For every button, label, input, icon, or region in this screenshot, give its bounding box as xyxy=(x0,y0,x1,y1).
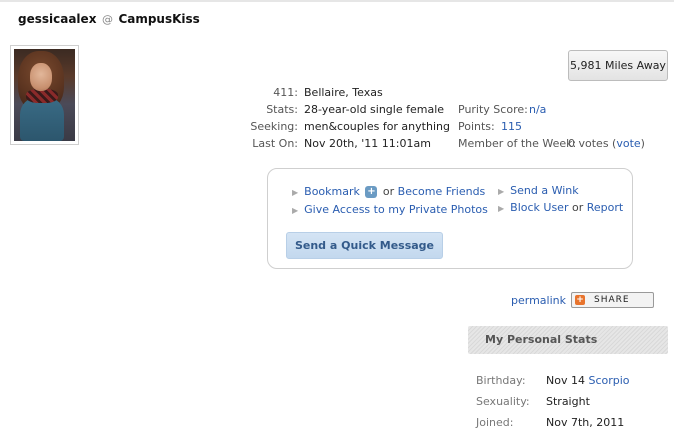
info-row-seeking: Seeking: men&couples for anything Points… xyxy=(0,120,674,134)
seeking-label: Seeking: xyxy=(250,120,298,133)
or-text: or xyxy=(382,185,395,198)
top-divider xyxy=(0,0,674,2)
sexuality-label: Sexuality: xyxy=(476,395,530,408)
last-on-label: Last On: xyxy=(252,137,298,150)
bookmark-row: ▶ Bookmark + or Become Friends xyxy=(292,185,485,198)
info-row-location: 411: Bellaire, Texas xyxy=(0,86,674,100)
info-row-stats: Stats: 28-year-old single female Purity … xyxy=(0,103,674,117)
send-wink-row: ▶ Send a Wink xyxy=(498,184,579,197)
purity-label: Purity Score: xyxy=(458,103,528,116)
site-name: CampusKiss xyxy=(118,12,200,26)
motw-label: Member of the Week: xyxy=(458,137,577,150)
or-text: or xyxy=(571,201,584,214)
purity-value[interactable]: n/a xyxy=(529,103,546,117)
block-report-row: ▶ Block User or Report xyxy=(498,201,623,214)
become-friends-link[interactable]: Become Friends xyxy=(398,185,486,198)
share-label: SHARE xyxy=(594,295,630,305)
send-wink-link[interactable]: Send a Wink xyxy=(510,184,578,197)
zodiac-link[interactable]: Scorpio xyxy=(588,374,629,387)
stats-value: 28-year-old single female xyxy=(304,103,445,116)
motw-votes: 0 votes (vote) xyxy=(568,137,645,150)
bullet-icon: ▶ xyxy=(498,187,505,196)
info-row-last-on: Last On: Nov 20th, '11 11:01am Member of… xyxy=(0,137,674,151)
username: gessicaalex xyxy=(18,12,97,26)
sexuality-value: Straight xyxy=(546,395,590,408)
block-user-link[interactable]: Block User xyxy=(510,201,568,214)
quick-message-button[interactable]: Send a Quick Message xyxy=(286,232,443,259)
birthday-value: Nov 14 Scorpio xyxy=(546,374,630,387)
give-access-row: ▶ Give Access to my Private Photos xyxy=(292,203,488,216)
at-sign: @ xyxy=(101,13,113,26)
personal-stats-header: My Personal Stats xyxy=(468,326,668,354)
stats-label: Stats: xyxy=(266,103,298,116)
seeking-value: men&couples for anything xyxy=(304,120,450,133)
joined-value: Nov 7th, 2011 xyxy=(546,416,625,429)
add-icon[interactable]: + xyxy=(365,186,378,198)
joined-label: Joined: xyxy=(476,416,514,429)
location-value: Bellaire, Texas xyxy=(304,86,383,99)
permalink-link[interactable]: permalink xyxy=(511,294,566,307)
share-button[interactable]: + SHARE xyxy=(571,292,654,308)
points-value[interactable]: 115 xyxy=(501,120,522,134)
give-access-link[interactable]: Give Access to my Private Photos xyxy=(304,203,488,216)
location-label: 411: xyxy=(273,86,298,99)
report-link[interactable]: Report xyxy=(587,201,623,214)
share-icon: + xyxy=(575,295,585,305)
vote-link[interactable]: vote xyxy=(616,137,640,150)
last-on-value: Nov 20th, '11 11:01am xyxy=(304,137,431,150)
bullet-icon: ▶ xyxy=(498,204,505,213)
points-label: Points: xyxy=(458,120,495,133)
bullet-icon: ▶ xyxy=(292,206,299,215)
bullet-icon: ▶ xyxy=(292,188,299,197)
birthday-label: Birthday: xyxy=(476,374,526,387)
distance-button[interactable]: 5,981 Miles Away xyxy=(568,50,668,81)
page-header: gessicaalex @ CampusKiss xyxy=(18,12,200,26)
bookmark-link[interactable]: Bookmark xyxy=(304,185,360,198)
actions-box: ▶ Bookmark + or Become Friends ▶ Give Acce… xyxy=(267,168,633,269)
